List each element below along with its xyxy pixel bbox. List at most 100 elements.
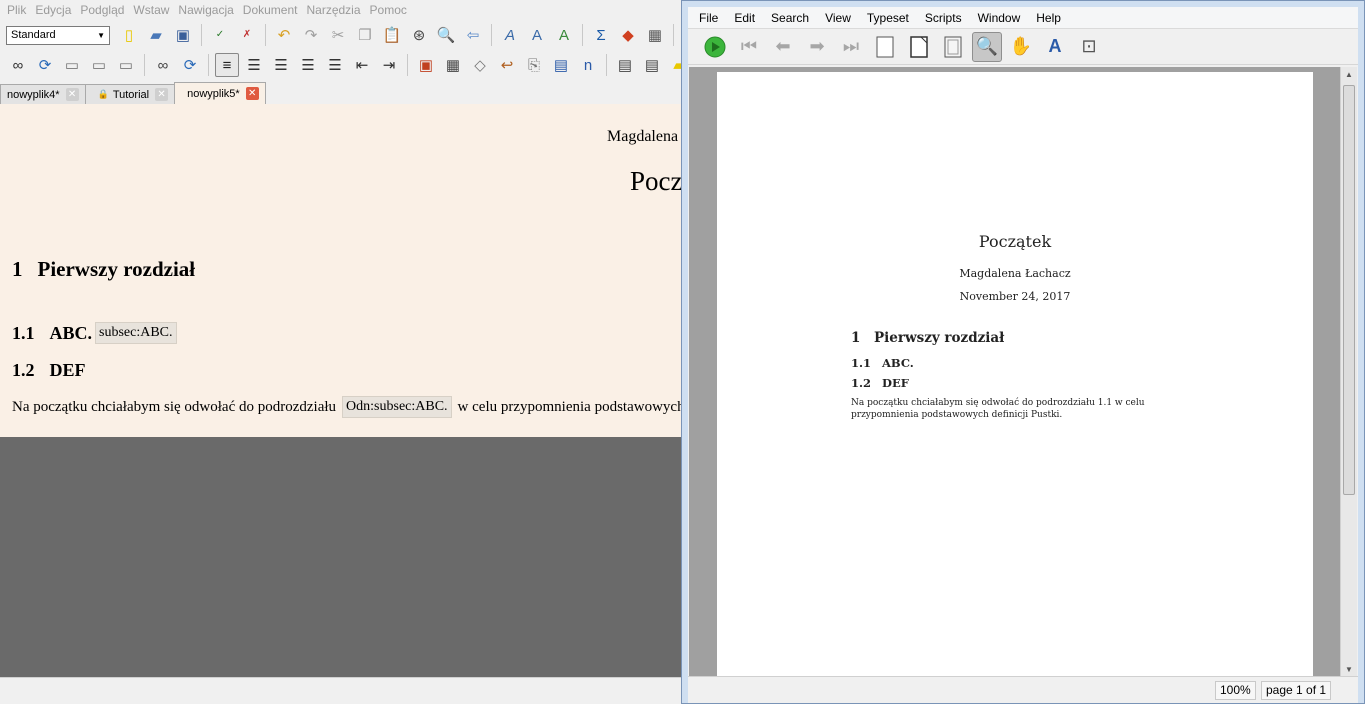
menu-edit[interactable]: Edit (726, 11, 763, 25)
find-in-pdf-icon[interactable]: ⊡ (1074, 32, 1104, 62)
scroll-up-icon[interactable]: ▲ (1341, 67, 1357, 83)
back-arrow-icon[interactable]: ⇦ (461, 23, 485, 47)
label-inset[interactable]: subsec:ABC. (95, 322, 177, 344)
menu-view[interactable]: View (817, 11, 859, 25)
fit-window-icon[interactable] (938, 32, 968, 62)
new-document-icon[interactable]: ▯ (117, 23, 141, 47)
vertical-scrollbar[interactable]: ▲ ▼ (1340, 67, 1357, 678)
subsection-number: 1.1 (12, 322, 35, 343)
paste-icon[interactable]: 📋 (380, 23, 404, 47)
view-pdf-icon[interactable]: ∞ (151, 53, 175, 77)
view-other-icon[interactable]: ▭ (87, 53, 111, 77)
close-icon[interactable]: ✕ (155, 88, 169, 101)
fit-width-icon[interactable] (904, 32, 934, 62)
menu-plik[interactable]: Plik (4, 3, 32, 17)
last-page-icon[interactable]: ⏭ (836, 32, 866, 62)
insert-table-icon[interactable]: ▦ (643, 23, 667, 47)
hand-scroll-icon[interactable]: ✋ (1006, 32, 1036, 62)
insert-graphics-icon[interactable]: ◆ (616, 23, 640, 47)
doc-author: Magdalena (607, 128, 679, 145)
tab-nowyplik5[interactable]: nowyplik5* ✕ (174, 82, 266, 104)
cross-reference-inset[interactable]: Odn:subsec:ABC. (342, 396, 452, 418)
undo-icon[interactable]: ↶ (272, 23, 296, 47)
find-binoculars-icon[interactable]: ⊛ (407, 23, 431, 47)
close-icon[interactable]: ✕ (245, 87, 259, 100)
doc-section-heading: 1 Pierwszy rozdział (12, 257, 195, 282)
table-grid-icon[interactable]: ▦ (441, 53, 465, 77)
menu-help[interactable]: Help (1028, 11, 1069, 25)
pdf-viewport[interactable]: Początek Magdalena Łachacz November 24, … (689, 67, 1340, 678)
pdf-page: Początek Magdalena Łachacz November 24, … (717, 72, 1313, 678)
text-apply-icon[interactable]: A (552, 23, 576, 47)
close-icon[interactable]: ✕ (65, 88, 79, 101)
footnote-icon[interactable]: ⎘ (522, 53, 546, 77)
copy-icon[interactable]: ❐ (353, 23, 377, 47)
toc-icon[interactable]: ▤ (613, 53, 637, 77)
menu-edycja[interactable]: Edycja (32, 3, 77, 17)
itemize-icon[interactable]: ☰ (242, 53, 266, 77)
save-icon[interactable]: ▣ (171, 23, 195, 47)
menu-dokument[interactable]: Dokument (240, 3, 304, 17)
subsection-title: ABC. (882, 356, 914, 370)
separator (673, 24, 674, 46)
tab-nowyplik4[interactable]: nowyplik4* ✕ (0, 84, 86, 104)
menu-wstaw[interactable]: Wstaw (130, 3, 175, 17)
note-icon[interactable]: n (576, 53, 600, 77)
redo-icon[interactable]: ↷ (299, 23, 323, 47)
first-page-icon[interactable]: ⏮ (734, 32, 764, 62)
view-icon[interactable]: ∞ (6, 53, 30, 77)
emphasis-icon[interactable]: A (498, 23, 522, 47)
magnifier-icon[interactable]: 🔍 (972, 31, 1002, 62)
previous-page-icon[interactable]: ⬅ (768, 32, 798, 62)
texworks-statusbar: 100% page 1 of 1 (688, 676, 1358, 703)
open-folder-icon[interactable]: ▰ (144, 23, 168, 47)
texworks-client-area: File Edit Search View Typeset Scripts Wi… (688, 7, 1358, 703)
lyx-document-editor[interactable]: Magdalena Pocz 1 Pierwszy rozdział 1.1 ABC… (0, 104, 690, 437)
label-tag-icon[interactable]: ◇ (468, 53, 492, 77)
lyx-toolbar-secondary: ∞ ⟳ ▭ ▭ ▭ ∞ ⟳ ≡ ☰ ☰ ☰ ☰ ⇤ ⇥ ▣ ▦ ◇ ↩ ⎘ ▤ … (0, 50, 691, 80)
menu-podglad[interactable]: Podgląd (77, 3, 130, 17)
update-pdf-icon[interactable]: ⟳ (178, 53, 202, 77)
empty-editor-area (0, 437, 690, 677)
subsection-title: DEF (49, 360, 86, 380)
list-icon[interactable]: ☰ (323, 53, 347, 77)
indent-decrease-icon[interactable]: ⇤ (350, 53, 374, 77)
export-icon[interactable]: ▭ (114, 53, 138, 77)
menu-pomoc[interactable]: Pomoc (367, 3, 413, 17)
zoom-level[interactable]: 100% (1215, 681, 1256, 700)
menu-narzedzia[interactable]: Narzędzia (303, 3, 366, 17)
search-icon[interactable]: 🔍 (434, 23, 458, 47)
outline-icon[interactable]: ▤ (640, 53, 664, 77)
menu-search[interactable]: Search (763, 11, 817, 25)
cross-reference-icon[interactable]: ↩ (495, 53, 519, 77)
pdf-subsection-heading: 1.1 ABC. (851, 356, 914, 370)
scrollbar-thumb[interactable] (1343, 85, 1355, 495)
menu-scripts[interactable]: Scripts (917, 11, 970, 25)
spellcheck-continuous-icon[interactable]: ✗ (235, 23, 259, 47)
insert-figure-icon[interactable]: ▣ (414, 53, 438, 77)
typeset-play-icon[interactable] (700, 32, 730, 62)
menu-file[interactable]: File (691, 11, 726, 25)
view-master-icon[interactable]: ▭ (60, 53, 84, 77)
pdf-body-text: Na początku chciałabym się odwołać do po… (851, 398, 1145, 420)
math-sigma-icon[interactable]: Σ (589, 23, 613, 47)
doc-paragraph: Na początku chciałabym się odwołać do po… (12, 396, 685, 418)
spellcheck-icon[interactable]: ✓ (208, 23, 232, 47)
menu-nawigacja[interactable]: Nawigacja (175, 3, 239, 17)
description-icon[interactable]: ☰ (296, 53, 320, 77)
menu-typeset[interactable]: Typeset (859, 11, 917, 25)
marginal-note-icon[interactable]: ▤ (549, 53, 573, 77)
cut-icon[interactable]: ✂ (326, 23, 350, 47)
menu-window[interactable]: Window (970, 11, 1029, 25)
tab-tutorial[interactable]: 🔒 Tutorial ✕ (84, 84, 176, 104)
text-select-icon[interactable]: A (1040, 32, 1070, 62)
update-icon[interactable]: ⟳ (33, 53, 57, 77)
enumerate-icon[interactable]: ☰ (269, 53, 293, 77)
align-justify-icon[interactable]: ≡ (215, 53, 239, 77)
indent-increase-icon[interactable]: ⇥ (377, 53, 401, 77)
document-tabs: nowyplik4* ✕ 🔒 Tutorial ✕ nowyplik5* ✕ (0, 82, 266, 104)
paragraph-layout-select[interactable]: Standard ▼ (6, 25, 110, 45)
actual-size-icon[interactable] (870, 32, 900, 62)
next-page-icon[interactable]: ➡ (802, 32, 832, 62)
text-style-icon[interactable]: A (525, 23, 549, 47)
